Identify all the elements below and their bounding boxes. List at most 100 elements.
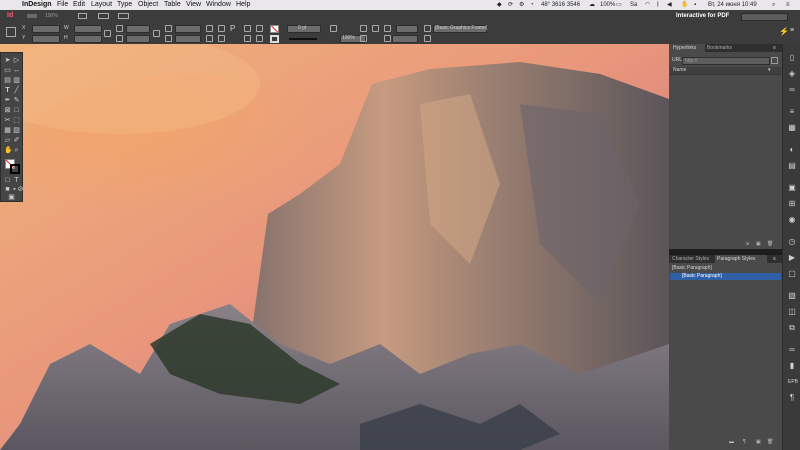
gear-icon[interactable]: ⚙ <box>519 0 524 10</box>
sort-icon[interactable]: ▾ <box>768 67 771 73</box>
sample-buttons-icon[interactable]: ⊞ <box>788 200 796 208</box>
clock[interactable]: Вт, 24 июня 10:49 <box>708 0 757 10</box>
paragraph-styles-icon[interactable]: ¶ <box>788 394 796 402</box>
notifications-icon[interactable]: ≡ <box>786 0 790 10</box>
swatches-icon[interactable]: ▦ <box>788 124 796 132</box>
gauge-icon[interactable]: ◔ <box>530 0 534 10</box>
menu-type[interactable]: Type <box>117 0 132 10</box>
rotate-cw-icon[interactable] <box>206 25 213 32</box>
media-icon[interactable]: ▶ <box>788 254 796 262</box>
tab-bookmarks[interactable]: Bookmarks <box>705 44 737 52</box>
layers-icon[interactable]: ◈ <box>788 70 796 78</box>
shear-icon[interactable] <box>165 35 172 42</box>
stroke-swatch[interactable] <box>270 35 279 43</box>
lightning-icon[interactable]: ⚡ <box>779 27 789 36</box>
frame-fitting-icon[interactable] <box>360 35 367 42</box>
page-transitions-icon[interactable]: ⧉ <box>788 324 796 332</box>
formatting-container-icon[interactable]: □ <box>4 177 11 184</box>
new-style-icon[interactable]: ▣ <box>756 439 762 445</box>
battery-icon[interactable]: ▭ <box>616 0 622 10</box>
go-to-source-icon[interactable]: ⇲ <box>745 241 751 247</box>
rotate-icon[interactable] <box>165 25 172 32</box>
type-tool-icon[interactable]: T <box>4 87 11 94</box>
clear-overrides-icon[interactable]: ¶ <box>743 439 749 445</box>
tab-paragraph-styles[interactable]: Paragraph Styles <box>715 255 767 263</box>
wifi-icon[interactable]: ◠ <box>645 0 650 10</box>
epub-icon[interactable]: EPB <box>788 378 798 386</box>
scale-x-icon[interactable] <box>116 25 123 32</box>
rectangle-frame-tool-icon[interactable]: ⊠ <box>4 107 11 114</box>
menu-window[interactable]: Window <box>206 0 231 10</box>
content-collector-icon[interactable]: ▤ <box>4 77 11 84</box>
menu-view[interactable]: View <box>186 0 201 10</box>
delete-hyperlink-icon[interactable]: 🗑 <box>767 241 773 247</box>
menu-file[interactable]: File <box>57 0 68 10</box>
rotation-field[interactable] <box>175 25 201 33</box>
menu-layout[interactable]: Layout <box>91 0 112 10</box>
x-field[interactable] <box>32 25 60 33</box>
menu-app-name[interactable]: InDesign <box>22 0 52 10</box>
height-field[interactable] <box>74 35 102 43</box>
view-options-icon[interactable] <box>78 13 87 19</box>
pencil-tool-icon[interactable]: ✎ <box>13 97 20 104</box>
bridge-icon[interactable] <box>27 14 37 18</box>
links-icon[interactable]: ∞ <box>788 86 796 94</box>
help-search-input[interactable] <box>741 13 788 21</box>
bookmarks-icon[interactable]: ▮ <box>788 362 796 370</box>
shadow-icon[interactable] <box>360 25 367 32</box>
new-group-icon[interactable]: ▬ <box>729 439 735 445</box>
auto-fit-icon[interactable] <box>384 35 391 42</box>
shear-field[interactable] <box>175 35 201 43</box>
delete-style-icon[interactable]: 🗑 <box>767 439 773 445</box>
arrange-documents-icon[interactable] <box>118 13 129 19</box>
y-field[interactable] <box>32 35 60 43</box>
sync-icon[interactable]: ⟳ <box>508 0 513 10</box>
document-canvas[interactable] <box>0 44 669 450</box>
scissors-tool-icon[interactable]: ✂ <box>4 117 11 124</box>
select-container-icon[interactable] <box>244 25 251 32</box>
reference-point-icon[interactable] <box>6 27 16 37</box>
hand-tool-icon[interactable]: ✋ <box>4 147 13 154</box>
select-previous-icon[interactable] <box>244 35 251 42</box>
input-language[interactable]: Sa <box>630 0 637 10</box>
flag-icon[interactable]: ▪ <box>694 0 696 10</box>
page-tool-icon[interactable]: ▭ <box>4 67 11 74</box>
scale-y-field[interactable] <box>126 35 150 43</box>
note-tool-icon[interactable]: ▱ <box>4 137 11 144</box>
align-icon[interactable] <box>384 25 391 32</box>
new-hyperlink-icon[interactable]: ▣ <box>756 241 762 247</box>
spotlight-icon[interactable]: ⌕ <box>772 0 775 10</box>
volume-icon[interactable]: ◀ <box>667 0 672 10</box>
menu-help[interactable]: Help <box>236 0 250 10</box>
hand-icon[interactable]: ✋ <box>681 0 688 10</box>
selection-tool-icon[interactable]: ➤ <box>4 57 11 64</box>
name-column-header[interactable]: Name <box>673 67 686 73</box>
animation-icon[interactable]: ◉ <box>788 216 796 224</box>
object-style-icon[interactable] <box>424 25 431 32</box>
bluetooth-icon[interactable]: ᛒ <box>656 0 660 10</box>
menu-table[interactable]: Table <box>164 0 181 10</box>
gap-tool-icon[interactable]: ↔ <box>13 67 20 74</box>
select-next-icon[interactable] <box>256 35 263 42</box>
screen-mode-tool-icon[interactable]: ▣ <box>8 194 15 201</box>
free-transform-tool-icon[interactable]: ⬚ <box>13 117 20 124</box>
formatting-text-icon[interactable]: T <box>13 177 20 184</box>
rectangle-tool-icon[interactable]: □ <box>13 107 20 114</box>
panel-menu-icon[interactable]: ≡ <box>773 44 776 52</box>
rotate-ccw-icon[interactable] <box>218 25 225 32</box>
gradient-swatch-tool-icon[interactable]: ▦ <box>4 127 11 134</box>
eyedropper-tool-icon[interactable]: ✐ <box>13 137 20 144</box>
cloud-icon[interactable]: ☁ <box>589 0 595 10</box>
stroke-type-picker[interactable] <box>289 38 317 40</box>
styles-panel-menu-icon[interactable]: ≡ <box>773 255 776 263</box>
preview-icon[interactable]: ▢ <box>788 270 796 278</box>
stroke-color-swatch[interactable] <box>10 164 20 174</box>
pages-icon[interactable]: ▯ <box>788 54 796 62</box>
color-icon[interactable]: ◐ <box>788 146 796 154</box>
text-path-icon[interactable]: P <box>230 25 237 33</box>
hyperlinks-icon[interactable]: ∞ <box>788 346 796 354</box>
fill-swatch[interactable] <box>270 25 279 33</box>
pen-tool-icon[interactable]: ✒ <box>4 97 11 104</box>
zoom-level[interactable]: 100% <box>45 13 58 19</box>
apply-none-icon[interactable]: ⊘ <box>17 186 24 193</box>
